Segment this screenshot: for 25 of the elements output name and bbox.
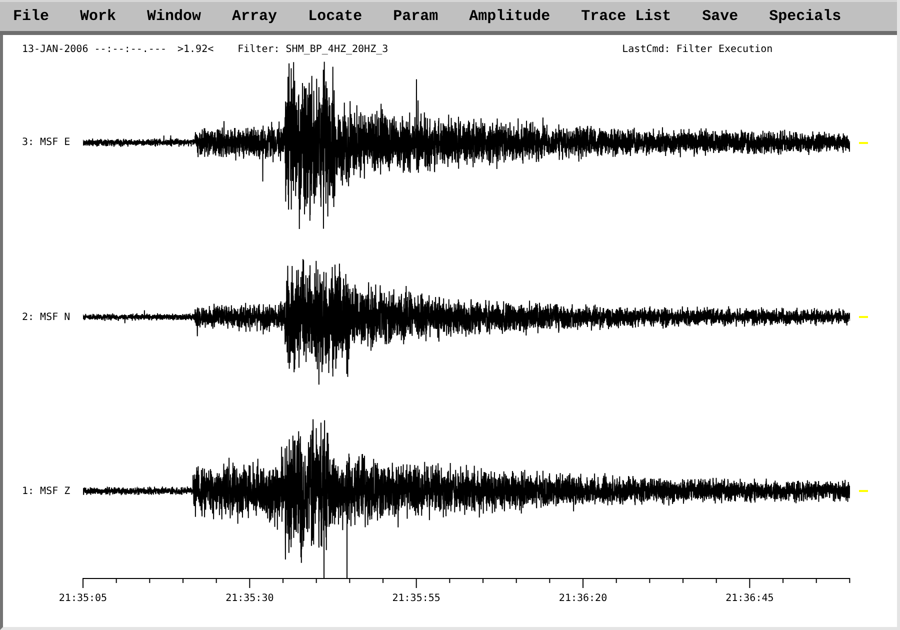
time-tick-label: 21:36:45 — [726, 593, 774, 604]
time-tick-label: 21:35:05 — [58, 593, 108, 604]
time-tick-label: 21:35:30 — [226, 593, 274, 604]
menu-item[interactable]: Trace List — [581, 8, 672, 26]
time-tick-label: 21:35:55 — [392, 593, 440, 604]
menu-item[interactable]: Locate — [308, 8, 362, 26]
menu-item[interactable]: File — [13, 8, 50, 26]
menu-item[interactable]: Window — [147, 8, 202, 26]
menu-item[interactable]: Array — [232, 8, 278, 26]
trace-label: 3: MSF E — [22, 137, 72, 148]
filter-text: Filter: SHM_BP_4HZ_20HZ_3 — [238, 45, 388, 55]
trace-label: 1: MSF Z — [22, 486, 72, 496]
trace-marker — [859, 490, 868, 492]
menu-item[interactable]: Work — [80, 8, 116, 26]
trace-marker — [859, 316, 868, 318]
trace-label: 2: MSF N — [22, 312, 72, 322]
menu-item[interactable]: Save — [702, 8, 738, 26]
trace-marker — [859, 142, 868, 144]
date-time-text: 13-JAN-2006 --:--:--.--- — [22, 45, 166, 55]
time-tick-label: 21:36:20 — [558, 593, 608, 604]
amplitude-text: >1.92< — [178, 45, 214, 55]
menu-item[interactable]: Param — [393, 8, 438, 26]
menu-item[interactable]: Amplitude — [469, 8, 550, 26]
menu-item[interactable]: Specials — [769, 8, 842, 26]
last-command-text: LastCmd: Filter Execution — [622, 45, 773, 55]
